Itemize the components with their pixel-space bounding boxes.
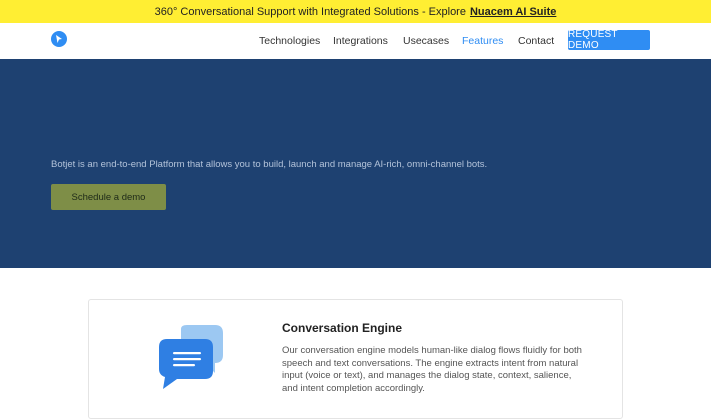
hero-section: Botjet is an end-to-end Platform that al… — [0, 59, 711, 268]
schedule-demo-button[interactable]: Schedule a demo — [51, 184, 166, 210]
nav-link-technologies[interactable]: Technologies — [259, 35, 320, 47]
feature-title: Conversation Engine — [282, 321, 403, 335]
nav-link-contact[interactable]: Contact — [518, 35, 554, 47]
nav-link-integrations[interactable]: Integrations — [333, 35, 388, 47]
nav-link-usecases[interactable]: Usecases — [403, 35, 449, 47]
feature-card: Conversation Engine Our conversation eng… — [88, 299, 623, 419]
feature-description: Our conversation engine models human-lik… — [282, 345, 582, 394]
logo-icon[interactable] — [51, 31, 67, 47]
top-navigation: Technologies Integrations Usecases Featu… — [0, 23, 711, 59]
nav-link-features[interactable]: Features — [462, 35, 503, 47]
announcement-bar: 360° Conversational Support with Integra… — [0, 0, 711, 23]
chat-bubbles-icon — [159, 325, 223, 389]
request-demo-button[interactable]: REQUEST DEMO — [568, 29, 650, 51]
announcement-text: 360° Conversational Support with Integra… — [154, 5, 466, 18]
hero-tagline: Botjet is an end-to-end Platform that al… — [51, 159, 488, 170]
announcement-link[interactable]: Nuacem AI Suite — [470, 6, 556, 18]
